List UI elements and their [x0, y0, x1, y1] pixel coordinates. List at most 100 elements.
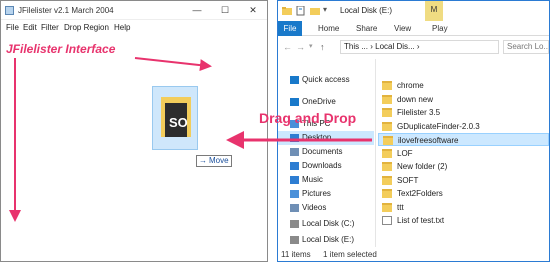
sidebar-item-downloads[interactable]: Downloads	[278, 159, 374, 173]
downloads-icon	[290, 162, 299, 170]
tab-play[interactable]: Play	[432, 24, 448, 33]
tab-manage[interactable]: M	[425, 1, 443, 21]
maximize-button[interactable]: ☐	[212, 3, 238, 18]
address-bar[interactable]: This ... › Local Dis... ›	[340, 40, 499, 54]
menu-help[interactable]: Help	[114, 23, 130, 32]
file-name: ilovefreesoftware	[398, 136, 459, 145]
file-name: ttt	[397, 202, 404, 212]
drive-icon	[290, 236, 299, 244]
minimize-button[interactable]: —	[184, 3, 210, 18]
file-name: GDuplicateFinder-2.0.3	[397, 121, 480, 131]
list-item[interactable]: ilovefreesoftware	[378, 133, 549, 146]
list-item[interactable]: Text2Folders	[378, 187, 549, 200]
tab-share[interactable]: Share	[356, 24, 377, 33]
selection-status: 1 item selected	[323, 250, 377, 259]
folder-icon	[382, 189, 392, 198]
jfilelister-interface-label: JFilelister Interface	[6, 42, 116, 56]
drag-and-drop-label: Drag and Drop	[259, 110, 357, 126]
jfilelister-window: JFilelister v2.1 March 2004 — ☐ ✕ File E…	[0, 0, 268, 262]
list-item[interactable]: down new	[378, 93, 549, 106]
address-row: ← → ▾ ↑ This ... › Local Dis... › Search…	[278, 37, 549, 56]
move-label: Move	[209, 156, 229, 165]
explorer-titlebar[interactable]: ▾ Local Disk (E:) M	[278, 1, 549, 21]
item-count: 11 items	[281, 250, 311, 259]
folder-icon: SO	[161, 97, 191, 137]
sidebar-item-label: Downloads	[302, 161, 342, 170]
arrow-right-icon: →	[199, 156, 207, 165]
folder-icon	[382, 108, 392, 117]
menu-edit[interactable]: Edit	[23, 23, 37, 32]
list-item[interactable]: GDuplicateFinder-2.0.3	[378, 120, 549, 133]
list-item[interactable]: New folder (2)	[378, 160, 549, 173]
menu-file[interactable]: File	[6, 23, 19, 32]
sidebar-item-local-disk-e[interactable]: Local Disk (E:)	[278, 233, 374, 247]
explorer-window: ▾ Local Disk (E:) M File Home Share View…	[277, 0, 550, 262]
file-name: chrome	[397, 81, 424, 90]
desktop-icon	[290, 134, 299, 142]
sidebar-item-pictures[interactable]: Pictures	[278, 187, 374, 201]
navigation-pane: Quick access OneDrive This PC Desktop Docume…	[278, 59, 374, 247]
sidebar-item-desktop[interactable]: Desktop	[278, 131, 374, 145]
close-button[interactable]: ✕	[240, 3, 266, 18]
videos-icon	[290, 204, 299, 212]
sidebar-item-local-disk-c[interactable]: Local Disk (C:)	[278, 217, 374, 231]
menu-drop-region[interactable]: Drop Region	[64, 23, 109, 32]
folder-icon	[382, 121, 392, 131]
music-icon	[290, 176, 299, 184]
chevron-down-icon[interactable]: ▾	[309, 42, 313, 50]
up-arrow-icon[interactable]: ↑	[320, 42, 325, 52]
list-item[interactable]: LOF	[378, 147, 549, 160]
sidebar-item-videos[interactable]: Videos	[278, 201, 374, 215]
documents-icon	[290, 148, 299, 156]
sidebar-item-label: Local Disk (E:)	[302, 235, 355, 244]
java-app-icon	[5, 6, 14, 15]
sidebar-item-label: Desktop	[302, 133, 332, 142]
back-arrow-icon[interactable]: ←	[283, 42, 292, 52]
jfilelister-title: JFilelister v2.1 March 2004	[18, 6, 114, 15]
file-name: LOF	[397, 148, 413, 158]
folder-icon	[382, 94, 392, 104]
list-item[interactable]: chrome	[378, 79, 549, 92]
sidebar-item-label: Documents	[302, 147, 343, 156]
sidebar-item-documents[interactable]: Documents	[278, 145, 374, 159]
ribbon-tabs: File Home Share View Play	[278, 21, 549, 36]
list-item[interactable]: ttt	[378, 201, 549, 214]
drop-region[interactable]	[3, 36, 265, 261]
sidebar-item-label: Pictures	[302, 189, 331, 198]
folder-icon	[383, 136, 393, 145]
list-item[interactable]: SOFT	[378, 174, 549, 187]
folder-icon	[382, 162, 392, 171]
pane-divider[interactable]	[375, 59, 376, 247]
file-name: New folder (2)	[397, 162, 448, 171]
file-name: SOFT	[397, 175, 419, 185]
star-icon	[290, 76, 299, 84]
list-item[interactable]: List of test.txt	[378, 214, 549, 227]
sidebar-item-label: Music	[302, 175, 323, 184]
file-name: Text2Folders	[397, 189, 443, 198]
new-folder-icon[interactable]	[310, 6, 320, 16]
explorer-title: Local Disk (E:)	[340, 6, 393, 15]
search-input[interactable]: Search Lo...	[503, 40, 549, 54]
menu-filter[interactable]: Filter	[41, 23, 59, 32]
cloud-icon	[290, 98, 299, 106]
move-tooltip: → Move	[196, 155, 232, 167]
folder-icon	[282, 7, 292, 15]
forward-arrow-icon[interactable]: →	[296, 42, 305, 52]
ghost-text: SO	[169, 115, 188, 130]
sidebar-item-music[interactable]: Music	[278, 173, 374, 187]
list-item[interactable]: Filelister 3.5	[378, 106, 549, 119]
status-bar: 11 items 1 item selected	[278, 249, 549, 261]
sidebar-item-label: Local Disk (C:)	[302, 219, 355, 228]
jfilelister-titlebar[interactable]: JFilelister v2.1 March 2004 — ☐ ✕	[1, 1, 267, 20]
qat-dropdown-icon[interactable]: ▾	[323, 5, 327, 14]
tab-home[interactable]: Home	[318, 24, 339, 33]
sidebar-item-quick-access[interactable]: Quick access	[278, 73, 374, 87]
tab-view[interactable]: View	[394, 24, 411, 33]
sidebar-item-onedrive[interactable]: OneDrive	[278, 95, 374, 109]
sidebar-item-label: Videos	[302, 203, 327, 212]
drive-icon	[290, 220, 299, 228]
folder-icon	[382, 148, 392, 158]
tab-file[interactable]: File	[278, 21, 302, 36]
properties-icon[interactable]	[296, 6, 306, 16]
folder-icon	[382, 175, 392, 185]
